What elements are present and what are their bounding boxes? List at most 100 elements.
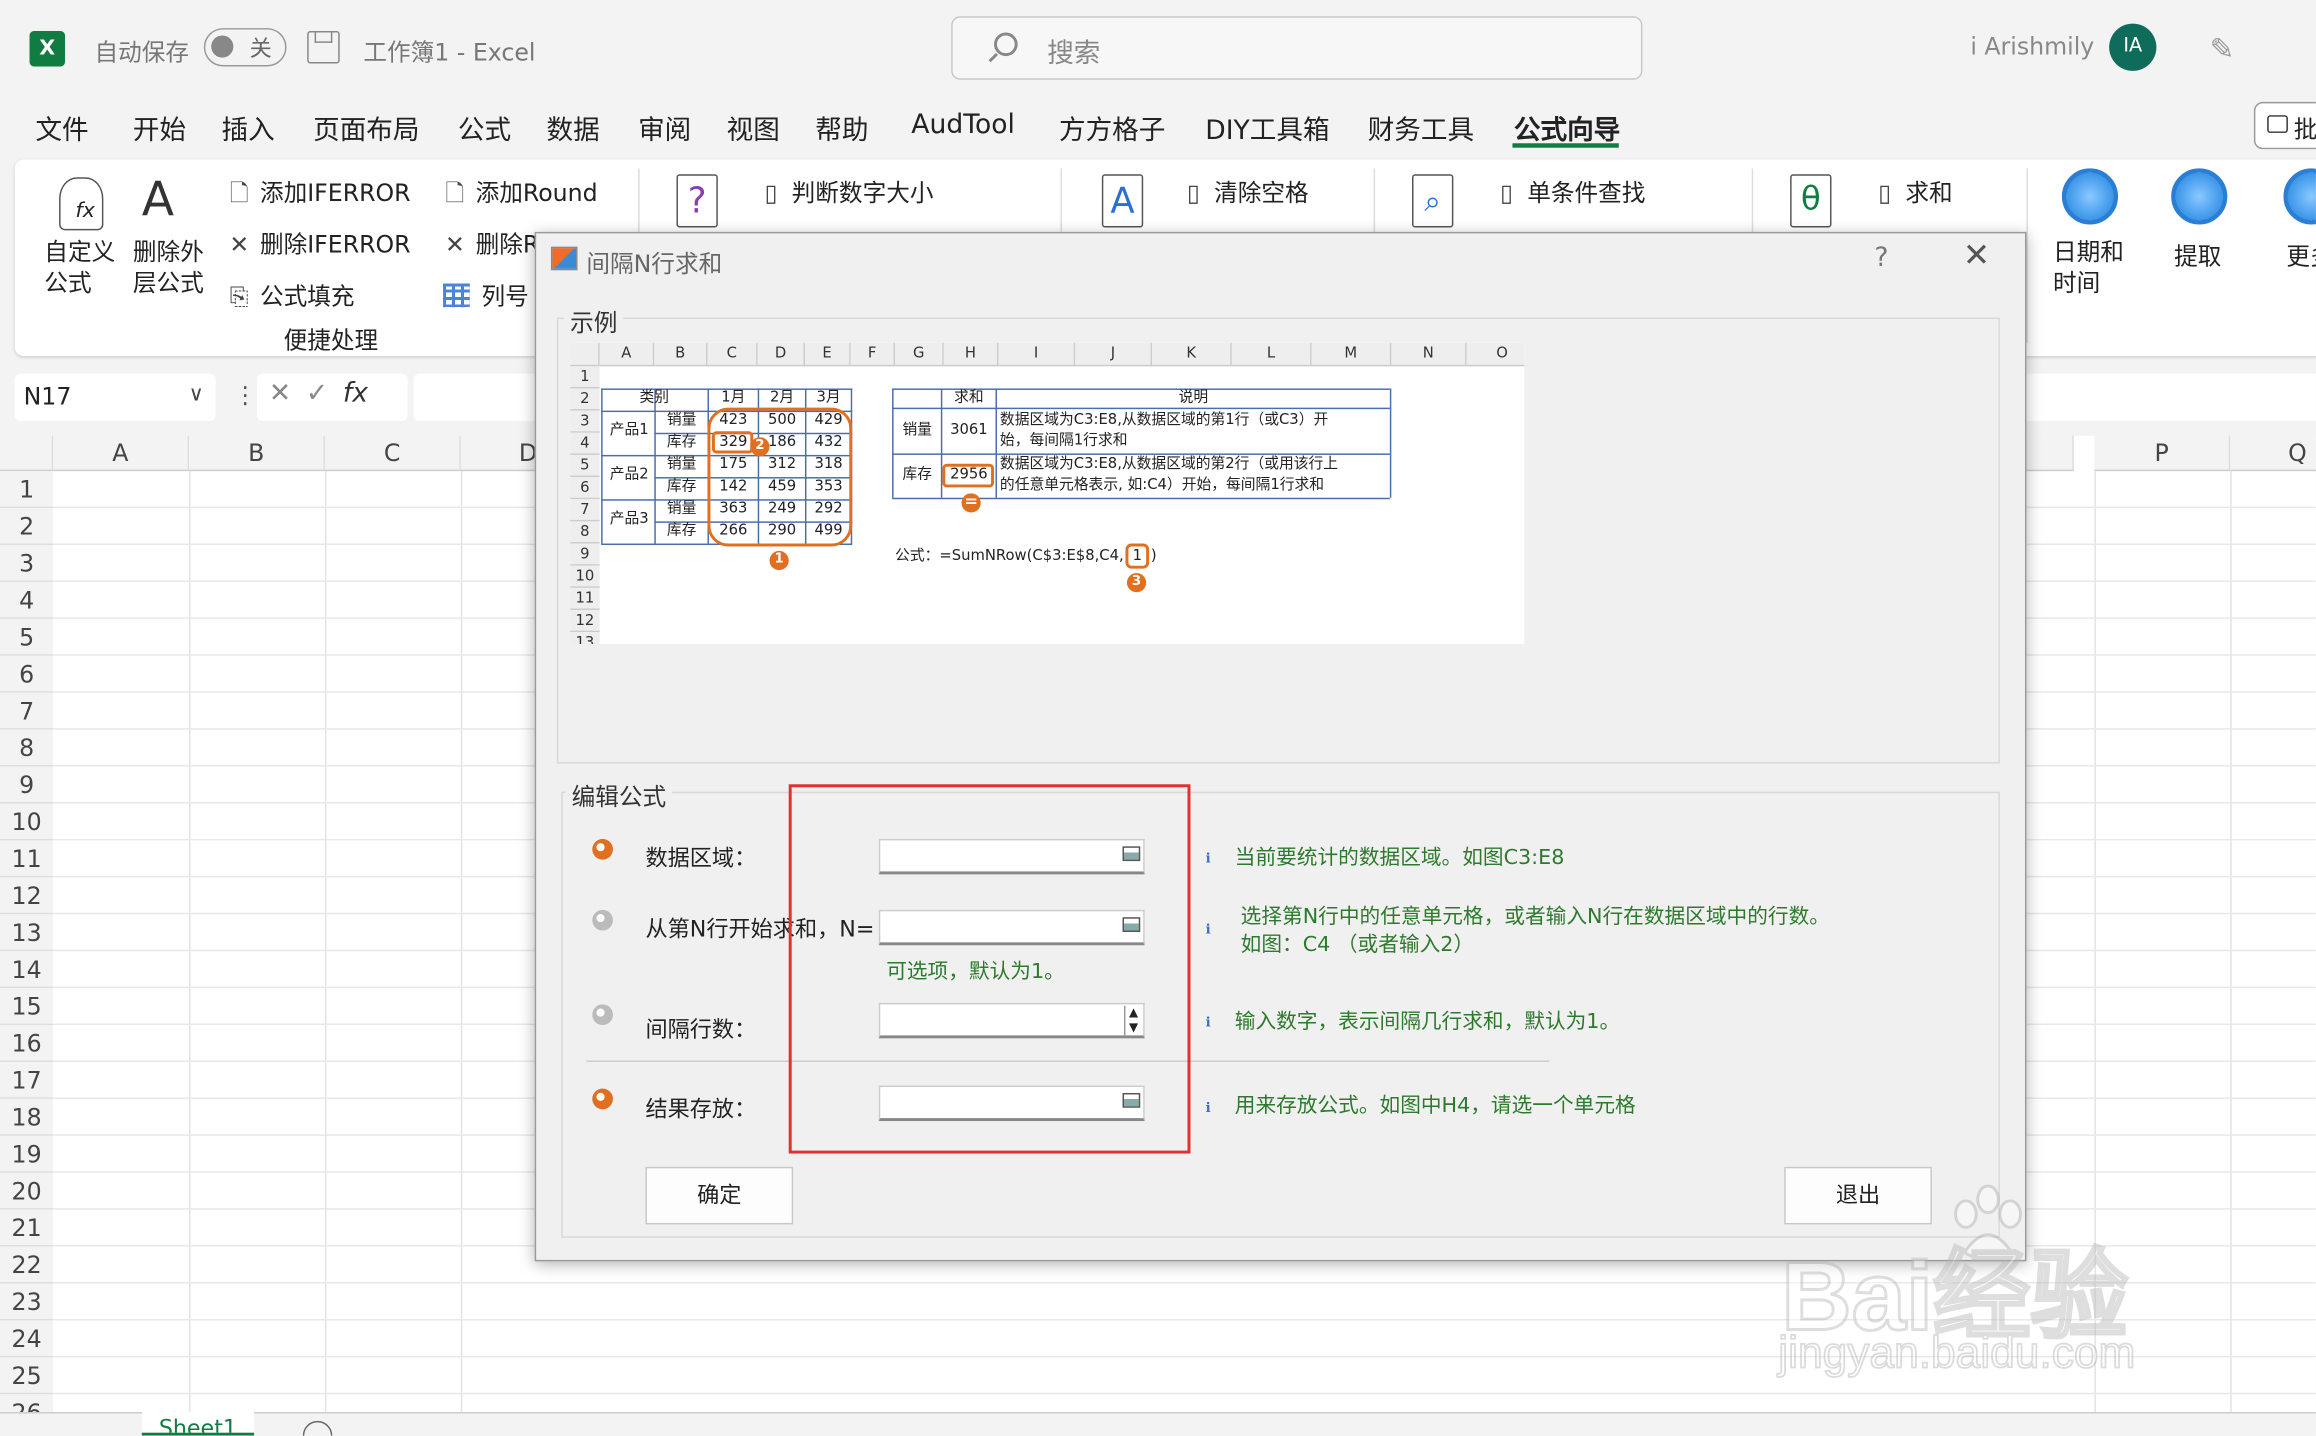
fx-icon[interactable]: fx [343,378,368,409]
example-kind-label: 库存 [666,478,697,495]
example-kind-label: 销量 [666,412,697,429]
sheet-tab-bar [0,1412,2316,1436]
row-header[interactable]: 20 [0,1172,54,1210]
bookmark-icon: ▯ [1186,178,1200,207]
comment-icon [2267,115,2288,133]
row-header[interactable]: 14 [0,951,54,989]
extract-button[interactable]: 提取 [2174,236,2221,271]
row-header[interactable]: 13 [0,914,54,952]
single-lookup-button[interactable]: ▯ 单条件查找 [1495,173,1645,208]
row-header[interactable]: 7 [0,692,54,730]
col-num-button[interactable]: 列号 [443,276,529,311]
bookmark-icon: ▯ [764,178,778,207]
cell-highlight [942,463,995,488]
row-header[interactable]: 9 [0,766,54,804]
watermark-url: jingyan.baidu.com [1777,1328,2136,1379]
row-header[interactable]: 3 [0,545,54,582]
tab-review[interactable]: 审阅 [638,109,691,147]
theta-book-icon: θ [1790,174,1832,228]
tab-view[interactable]: 视图 [727,109,780,147]
formula-controls[interactable]: ✕✓fx [256,373,408,421]
example-header-month: 2月 [769,389,795,407]
tab-audtool[interactable]: AudTool [911,109,1015,140]
range-highlight [707,407,853,547]
row-header[interactable]: 16 [0,1025,54,1062]
comment-button[interactable]: 批 [2253,101,2316,150]
row-header[interactable]: 24 [0,1320,54,1358]
row-header[interactable]: 5 [0,618,54,656]
search-input[interactable]: 搜索 [951,16,1643,80]
more-dots-icon[interactable]: ⋮ [233,381,257,409]
tab-home[interactable]: 开始 [133,109,186,147]
row-header[interactable]: 19 [0,1135,54,1173]
example-column-header: D [757,342,805,367]
row-header[interactable]: 25 [0,1357,54,1395]
row-header[interactable]: 22 [0,1246,54,1284]
row-header[interactable]: 6 [0,655,54,693]
tab-insert[interactable]: 插入 [222,109,275,147]
del-round-button[interactable]: ✕ 删除R [443,225,539,260]
avatar[interactable]: IA [2109,23,2157,71]
text-a-icon: A [1101,174,1144,228]
sheet-tab[interactable]: Sheet1 [141,1412,255,1436]
custom-formula-button[interactable]: 自定义 公式 [44,236,115,298]
row-header[interactable]: 8 [0,729,54,767]
pen-icon[interactable]: ✎ [2210,32,2242,64]
name-box[interactable]: N17 ∨ [14,373,216,421]
tab-file[interactable]: 文件 [35,109,88,147]
row-header[interactable]: 23 [0,1283,54,1321]
row-header[interactable]: 4 [0,581,54,619]
row-header[interactable]: 12 [0,877,54,915]
datetime-button[interactable]: 日期和 时间 [2053,236,2124,298]
example-image: ABCDEFGHIJKLMNO 1 2 3 4 5 6 7 8 9 10 11 12 13 类别 1月 … [570,342,1525,644]
column-header[interactable]: Q [2230,435,2316,472]
example-column-header: G [895,342,944,367]
tab-data[interactable]: 数据 [546,109,599,147]
add-round-button[interactable]: 🗋 添加Round [443,173,597,217]
fill-formula-button[interactable]: ⎘ 公式填充 [227,276,355,311]
example-kind-label: 库存 [666,434,697,451]
add-iferror-label: 添加IFERROR [259,178,411,207]
tab-finance[interactable]: 财务工具 [1368,109,1474,147]
add-doc-icon: 🗋 [229,178,249,207]
row-header[interactable]: 15 [0,988,54,1026]
example-column-header: N [1391,342,1467,367]
save-icon[interactable] [307,31,340,64]
col-num-label: 列号 [481,282,529,311]
info-icon: ℹ [1205,923,1211,938]
del-iferror-button[interactable]: ✕ 删除IFERROR [227,225,410,260]
tab-formulas[interactable]: 公式 [458,109,511,147]
ok-button[interactable]: 确定 [645,1166,794,1225]
column-header[interactable]: A [53,435,190,472]
example-row-header: 11 [570,587,600,611]
close-icon[interactable]: ✕ [1963,238,1990,275]
tab-formula-wizard[interactable]: 公式向导 [1514,109,1620,147]
tab-fangfang[interactable]: 方方格子 [1059,109,1165,147]
more-button[interactable]: 更多 [2286,236,2316,271]
sum-button[interactable]: ▯ 求和 [1873,173,1952,208]
column-header[interactable]: C [324,435,461,472]
row-header[interactable]: 1 [0,471,54,509]
row-header[interactable]: 17 [0,1061,54,1099]
row-header[interactable]: 2 [0,508,54,546]
column-header[interactable]: B [189,435,325,472]
row-header[interactable]: 18 [0,1098,54,1136]
select-all-corner[interactable] [0,435,54,472]
tab-help[interactable]: 帮助 [815,109,868,147]
row-header[interactable]: 21 [0,1209,54,1247]
tab-diy[interactable]: DIY工具箱 [1205,109,1329,147]
tab-page-layout[interactable]: 页面布局 [313,109,419,147]
add-iferror-button[interactable]: 🗋 添加IFERROR [227,173,411,217]
clear-space-button[interactable]: ▯ 清除空格 [1182,173,1309,208]
autosave-state: 关 [249,35,272,63]
help-icon[interactable]: ? [1874,242,1888,273]
example-row-header: 8 [570,521,600,544]
column-header[interactable]: P [2094,435,2231,472]
judge-size-button[interactable]: ▯ 判断数字大小 [759,173,933,208]
data-range-hint: 当前要统计的数据区域。如图C3:E8 [1234,846,1565,870]
row-header[interactable]: 10 [0,803,54,841]
remove-outer-formula-button[interactable]: 删除外 层公式 [133,236,204,298]
example-sales-sum: 3061 [950,422,988,439]
row-header[interactable]: 11 [0,840,54,878]
autosave-toggle[interactable]: 关 [203,28,287,67]
